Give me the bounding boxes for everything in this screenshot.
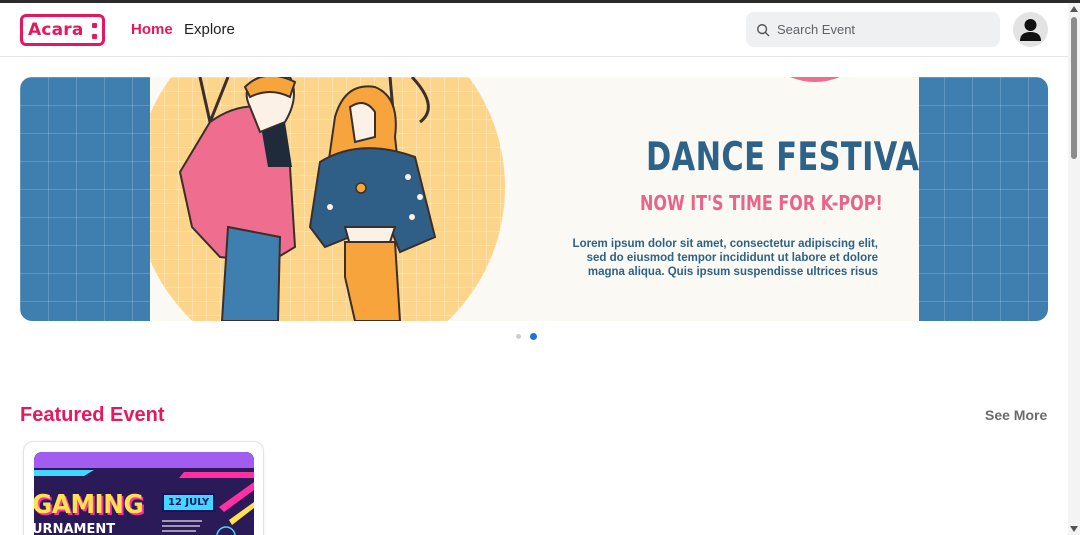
banner-description: Lorem ipsum dolor sit amet, consectetur … xyxy=(572,238,878,278)
search-icon xyxy=(757,23,770,36)
hero-banner-slide[interactable]: DANCE FESTIVAL NOW IT'S TIME FOR K-POP! … xyxy=(20,77,1048,321)
event-card[interactable]: GAMING 12 JULY URNAMENT xyxy=(23,441,264,535)
carousel-indicators xyxy=(516,333,537,340)
poster-date-badge: 12 JULY xyxy=(162,493,216,512)
banner-panel: DANCE FESTIVAL NOW IT'S TIME FOR K-POP! … xyxy=(150,77,919,321)
carousel-dot-2-active[interactable] xyxy=(530,333,537,340)
poster-subtitle-text: URNAMENT xyxy=(34,522,116,535)
acara-logo[interactable]: Acara xyxy=(20,14,105,46)
see-more-link[interactable]: See More xyxy=(985,407,1047,423)
poster-title-text: GAMING xyxy=(34,490,144,520)
nav-explore-link[interactable]: Explore xyxy=(184,21,235,38)
carousel-dot-1[interactable] xyxy=(516,334,521,339)
banner-subtitle: NOW IT'S TIME FOR K-POP! xyxy=(640,191,883,215)
search-bar[interactable] xyxy=(746,12,1000,47)
navbar: Acara Home Explore xyxy=(0,3,1068,57)
search-input[interactable] xyxy=(777,22,977,37)
featured-event-heading: Featured Event xyxy=(20,404,165,426)
banner-title: DANCE FESTIVAL xyxy=(646,135,919,180)
user-avatar-button[interactable] xyxy=(1013,12,1048,47)
logo-text: Acara xyxy=(28,20,84,40)
user-avatar-icon xyxy=(1020,19,1041,41)
scroll-up-arrow-icon[interactable] xyxy=(1070,6,1078,12)
event-card-image: GAMING 12 JULY URNAMENT xyxy=(34,452,254,535)
logo-dots-icon xyxy=(92,23,97,39)
page-scrollbar[interactable] xyxy=(1068,3,1080,535)
scroll-down-arrow-icon[interactable] xyxy=(1070,526,1078,532)
nav-home-link[interactable]: Home xyxy=(131,21,173,38)
scroll-thumb[interactable] xyxy=(1071,17,1077,159)
